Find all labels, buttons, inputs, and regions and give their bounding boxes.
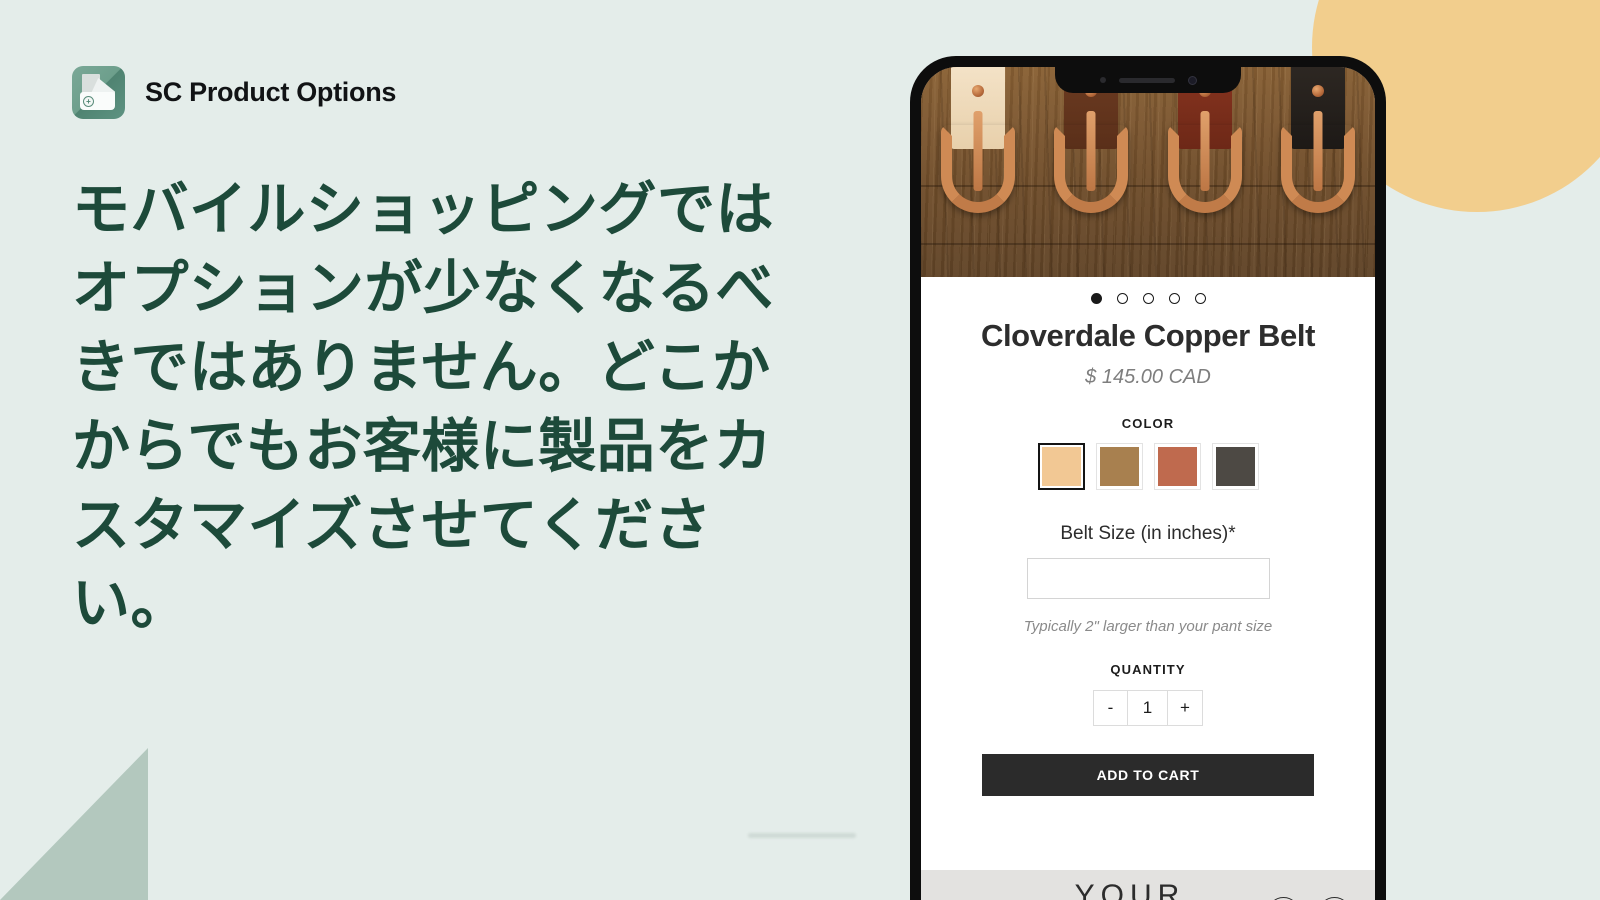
gallery-dot-1[interactable] <box>1090 293 1102 304</box>
shopping-cart-icon[interactable] <box>1318 896 1351 900</box>
belt-row <box>921 67 1375 277</box>
buckle-tongue <box>1200 111 1210 191</box>
color-swatch-natural-tan[interactable] <box>1037 443 1085 490</box>
quantity-stepper[interactable]: - 1 + <box>921 690 1375 726</box>
search-icon[interactable] <box>1267 896 1300 900</box>
belt-item <box>1148 67 1262 277</box>
buckle-tongue <box>1313 111 1323 191</box>
gallery-pagination-dots[interactable] <box>921 277 1375 310</box>
color-swatch-rust[interactable] <box>1153 443 1201 490</box>
product-title: Cloverdale Copper Belt <box>980 318 1315 353</box>
marketing-panel: + SC Product Options モバイルショッピングではオプションが少… <box>72 66 832 644</box>
color-swatch-medium-brown[interactable] <box>1095 443 1143 490</box>
store-navigation-bar: YOUR BRAND <box>921 870 1375 900</box>
page-title: モバイルショッピングではオプションが少なくなるべきではありません。どこかからでも… <box>72 177 775 637</box>
brand-header: + SC Product Options <box>72 66 832 119</box>
belt-size-help-text: Typically 2" larger than your pant size <box>1023 618 1273 635</box>
swatch-color-fill <box>1157 447 1197 486</box>
swatch-color-fill <box>1041 447 1081 486</box>
decorative-triangle <box>0 748 148 900</box>
buckle-tongue <box>1086 111 1096 191</box>
swatch-color-fill <box>1099 447 1139 486</box>
sensor-icon <box>1099 77 1106 83</box>
belt-size-input[interactable] <box>1026 558 1270 599</box>
phone-mockup: Cloverdale Copper Belt $ 145.00 CAD COLO… <box>910 56 1386 900</box>
phone-screen: Cloverdale Copper Belt $ 145.00 CAD COLO… <box>921 67 1375 900</box>
phone-notch <box>1055 67 1241 93</box>
add-to-cart-button[interactable]: ADD TO CART <box>982 754 1314 796</box>
gallery-dot-5[interactable] <box>1194 293 1206 304</box>
image-plus-icon: + <box>72 66 125 119</box>
belt-item <box>921 67 1035 277</box>
swatch-color-fill <box>1215 447 1255 486</box>
gallery-dot-3[interactable] <box>1142 293 1154 304</box>
color-option-label: COLOR <box>1121 416 1175 431</box>
quantity-decrement-button[interactable]: - <box>1093 690 1128 726</box>
color-swatch-charcoal[interactable] <box>1211 443 1259 490</box>
quantity-label: QUANTITY <box>1110 662 1186 677</box>
gallery-dot-4[interactable] <box>1168 293 1180 304</box>
buckle-tongue <box>973 111 983 191</box>
belt-rivet <box>1312 85 1325 97</box>
belt-item <box>1035 67 1149 277</box>
belt-size-label: Belt Size (in inches)* <box>1060 523 1236 544</box>
quantity-value[interactable]: 1 <box>1128 690 1168 726</box>
camera-icon <box>1187 75 1197 85</box>
gallery-dot-2[interactable] <box>1116 293 1128 304</box>
belt-item <box>1262 67 1376 277</box>
speaker-grille <box>1118 77 1175 83</box>
product-price: $ 145.00 CAD <box>1085 366 1211 388</box>
decorative-line <box>748 833 856 838</box>
color-swatch-group[interactable] <box>921 443 1375 490</box>
quantity-increment-button[interactable]: + <box>1168 690 1203 726</box>
product-gallery-image[interactable] <box>921 67 1375 277</box>
store-name: YOUR BRAND <box>1074 879 1186 900</box>
plus-badge-icon: + <box>83 96 94 107</box>
app-name: SC Product Options <box>145 77 397 107</box>
belt-rivet <box>971 85 984 97</box>
